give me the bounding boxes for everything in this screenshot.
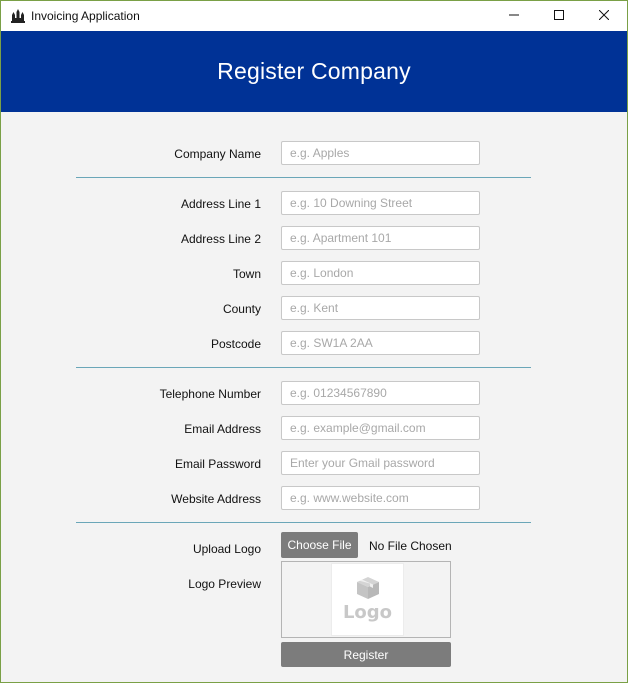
website-address-label: Website Address: [171, 492, 261, 506]
postcode-input[interactable]: [281, 331, 480, 355]
telephone-number-label: Telephone Number: [159, 387, 261, 401]
close-button[interactable]: [581, 1, 627, 31]
minimize-button[interactable]: [491, 1, 537, 31]
choose-file-button[interactable]: Choose File: [281, 532, 358, 558]
castle-icon: [10, 8, 26, 24]
section-divider: [76, 367, 531, 368]
minimize-icon: [509, 7, 519, 25]
section-divider: [76, 522, 531, 523]
company-name-label: Company Name: [174, 147, 261, 161]
logo-preview-box: Logo: [281, 561, 451, 638]
company-name-input[interactable]: [281, 141, 480, 165]
town-input[interactable]: [281, 261, 480, 285]
header-banner: Register Company: [1, 31, 627, 112]
county-label: County: [222, 302, 261, 316]
maximize-icon: [554, 7, 564, 25]
logo-preview-label: Logo Preview: [188, 577, 261, 591]
logo-placeholder-image: Logo: [331, 563, 404, 636]
page-title: Register Company: [217, 58, 411, 84]
app-window: Invoicing Application Register Company C…: [0, 0, 628, 683]
address-line-2-label: Address Line 2: [180, 232, 261, 246]
town-label: Town: [232, 267, 261, 281]
postcode-label: Postcode: [210, 337, 261, 351]
address-line-1-input[interactable]: [281, 191, 480, 215]
email-address-label: Email Address: [184, 422, 261, 436]
maximize-button[interactable]: [536, 1, 582, 31]
address-line-1-label: Address Line 1: [180, 197, 261, 211]
email-address-input[interactable]: [281, 416, 480, 440]
county-input[interactable]: [281, 296, 480, 320]
address-line-2-input[interactable]: [281, 226, 480, 250]
logo-placeholder-text: Logo: [342, 602, 393, 623]
window-title: Invoicing Application: [31, 9, 140, 23]
upload-logo-label: Upload Logo: [192, 542, 261, 556]
register-button[interactable]: Register: [281, 642, 451, 667]
section-divider: [76, 177, 531, 178]
email-password-input[interactable]: [281, 451, 480, 475]
title-bar: Invoicing Application: [1, 1, 627, 31]
close-icon: [598, 7, 610, 25]
file-status-text: No File Chosen: [369, 539, 452, 553]
telephone-number-input[interactable]: [281, 381, 480, 405]
website-address-input[interactable]: [281, 486, 480, 510]
email-password-label: Email Password: [174, 457, 261, 471]
